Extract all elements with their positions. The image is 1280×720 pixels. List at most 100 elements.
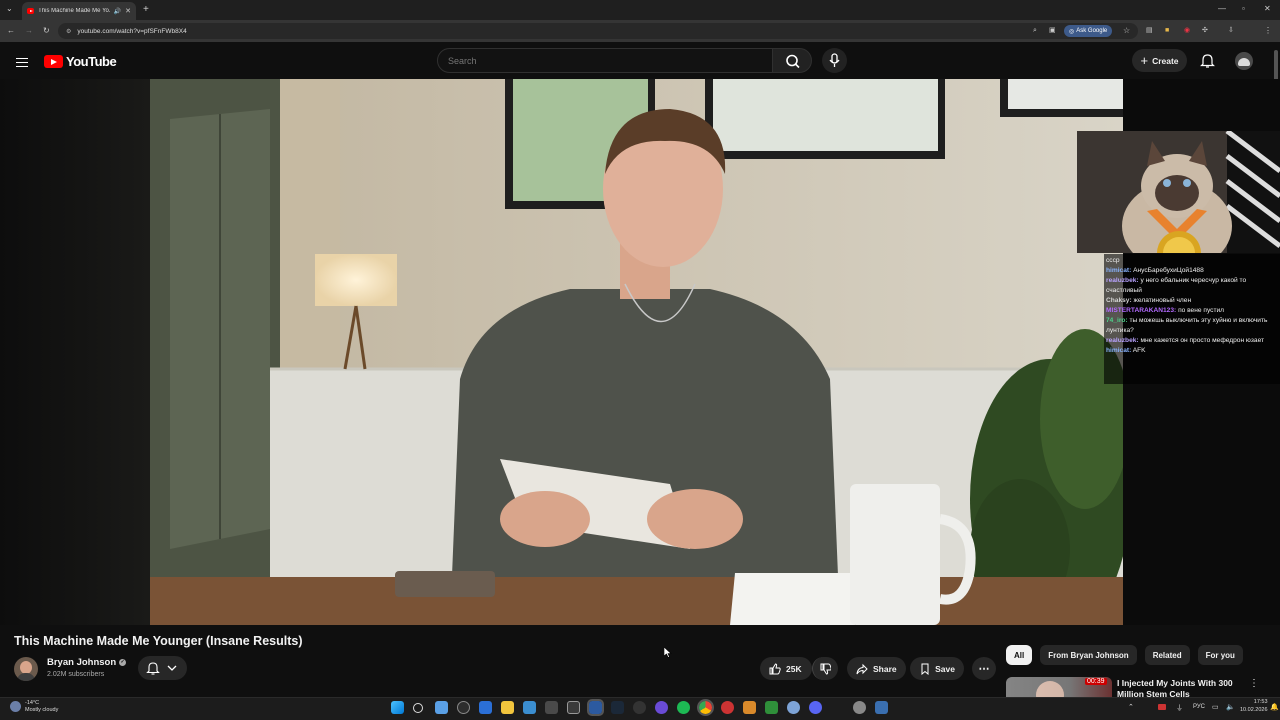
network-icon[interactable]: ▭ bbox=[1212, 703, 1219, 711]
channel-avatar[interactable] bbox=[14, 657, 38, 681]
channel-name[interactable]: Bryan Johnson ✓ bbox=[47, 657, 127, 668]
bookmark-icon bbox=[921, 663, 929, 675]
app-icon[interactable] bbox=[457, 701, 470, 714]
maximize-button[interactable]: ▫ bbox=[1242, 5, 1245, 13]
ask-google-label: Ask Google bbox=[1076, 28, 1108, 34]
steam-icon[interactable] bbox=[611, 701, 624, 714]
weather-desc: Mostly cloudy bbox=[25, 707, 59, 714]
mouse-cursor-icon bbox=[664, 647, 672, 658]
weather-widget[interactable]: -14°C Mostly cloudy bbox=[25, 700, 58, 714]
app-icon[interactable] bbox=[545, 701, 558, 714]
tray-usb-icon[interactable]: ⏚ bbox=[1176, 703, 1183, 713]
active-app-icon[interactable] bbox=[587, 699, 604, 716]
chat-username: himicat: bbox=[1106, 346, 1132, 354]
reload-icon[interactable]: ↻ bbox=[43, 27, 50, 35]
chat-text: мне кажется он просто мефедрон юзает bbox=[1140, 336, 1265, 344]
settings-gear-icon[interactable] bbox=[875, 701, 888, 714]
app-icon[interactable] bbox=[633, 701, 646, 714]
tab-search-icon[interactable]: ⌄ bbox=[6, 5, 13, 13]
share-button[interactable]: Share bbox=[847, 657, 906, 680]
chat-username: realuzbek: bbox=[1106, 277, 1139, 285]
more-actions-button[interactable]: ⋯ bbox=[972, 657, 996, 680]
microphone-icon bbox=[829, 53, 840, 67]
forward-icon[interactable]: → bbox=[25, 27, 33, 35]
chat-username: Chaksy: bbox=[1106, 296, 1132, 304]
voice-search-button[interactable] bbox=[822, 48, 847, 73]
site-info-icon[interactable]: ⚙ bbox=[66, 28, 71, 35]
youtube-favicon-icon bbox=[27, 8, 35, 14]
recommendation-title[interactable]: I Injected My Joints With 300 Million St… bbox=[1117, 678, 1247, 698]
search-input[interactable] bbox=[437, 48, 773, 73]
app-icon[interactable] bbox=[567, 701, 580, 714]
app-icon[interactable] bbox=[743, 701, 756, 714]
taskbar-search-icon[interactable] bbox=[413, 703, 423, 713]
chip-all[interactable]: All bbox=[1006, 645, 1033, 665]
create-label: Create bbox=[1152, 55, 1179, 66]
app-icon[interactable] bbox=[721, 701, 734, 714]
close-window-button[interactable]: ✕ bbox=[1264, 5, 1271, 13]
bookmark-star-icon[interactable]: ☆ bbox=[1123, 27, 1130, 35]
share-arrow-icon bbox=[856, 663, 868, 674]
volume-icon[interactable]: 🔈 bbox=[1226, 703, 1235, 711]
create-button[interactable]: + Create bbox=[1132, 49, 1187, 72]
extensions-puzzle-icon[interactable]: ✣ bbox=[1202, 27, 1208, 34]
tab-close-icon[interactable]: ✕ bbox=[125, 7, 131, 15]
video-frame-picture bbox=[150, 79, 1123, 625]
clock-time: 17:53 bbox=[1253, 699, 1268, 705]
omnibox[interactable]: ⚙ youtube.com/watch?v=pfSFnFWb8X4 bbox=[58, 23, 1138, 39]
like-button[interactable]: 25K bbox=[760, 657, 812, 680]
ask-google-button[interactable]: ◎ Ask Google bbox=[1064, 25, 1113, 37]
app-icon[interactable] bbox=[655, 701, 668, 714]
chat-text: АнусБаребухиЦой1488 bbox=[1133, 267, 1204, 275]
chat-message: realuzbek: у него ебальник чересчур како… bbox=[1106, 276, 1278, 294]
extension-icon[interactable]: ▤ bbox=[1146, 27, 1153, 34]
file-explorer-icon[interactable] bbox=[501, 701, 514, 714]
subscription-bell-button[interactable] bbox=[138, 656, 187, 680]
app-icon[interactable] bbox=[765, 701, 778, 714]
google-lens-icon: ◎ bbox=[1069, 28, 1075, 35]
account-avatar[interactable] bbox=[1235, 52, 1253, 70]
notifications-icon[interactable]: 🔔 bbox=[1270, 703, 1279, 711]
extension-icon[interactable]: ■ bbox=[1165, 27, 1169, 34]
app-icon[interactable] bbox=[853, 701, 866, 714]
tray-overflow-icon[interactable]: ⌃ bbox=[1128, 703, 1134, 711]
app-icon[interactable] bbox=[787, 701, 800, 714]
discord-icon[interactable] bbox=[809, 701, 822, 714]
windows-start-icon[interactable] bbox=[391, 701, 404, 714]
menu-kebab-icon[interactable]: ⋮ bbox=[1264, 27, 1272, 35]
notifications-bell-icon[interactable] bbox=[1200, 53, 1215, 68]
dislike-button[interactable] bbox=[812, 657, 838, 680]
chip-from-channel[interactable]: From Bryan Johnson bbox=[1040, 645, 1137, 665]
search-button[interactable] bbox=[772, 48, 812, 73]
downloads-icon[interactable]: ⇩ bbox=[1228, 27, 1234, 34]
hamburger-menu-icon[interactable] bbox=[16, 55, 28, 70]
system-clock[interactable]: 17:53 10.02.2026 bbox=[1240, 699, 1268, 714]
cast-icon[interactable]: ▣ bbox=[1049, 27, 1056, 34]
zoom-icon[interactable]: ⌕ bbox=[1033, 27, 1037, 34]
chat-message: MISTERTARAKAN123: по вене пустил bbox=[1106, 306, 1278, 315]
tray-app-icon[interactable] bbox=[1158, 704, 1166, 710]
logo-text: YouTube bbox=[66, 54, 117, 69]
app-icon[interactable] bbox=[523, 701, 536, 714]
chat-username: himicat: bbox=[1106, 267, 1132, 275]
widgets-icon[interactable] bbox=[435, 701, 448, 714]
new-tab-button[interactable]: + bbox=[143, 5, 149, 15]
back-icon[interactable]: ← bbox=[7, 27, 15, 35]
youtube-logo[interactable]: YouTube bbox=[44, 54, 117, 69]
chrome-icon[interactable] bbox=[697, 699, 714, 716]
recommendation-menu-icon[interactable]: ⋮ bbox=[1249, 678, 1259, 689]
weather-icon[interactable] bbox=[10, 701, 21, 712]
more-horizontal-icon: ⋯ bbox=[978, 663, 990, 675]
minimize-button[interactable]: — bbox=[1218, 5, 1226, 13]
app-icon[interactable] bbox=[479, 701, 492, 714]
chat-message: 74_iro: ты можешь выключить эту хуйню и … bbox=[1106, 316, 1278, 334]
input-language[interactable]: РУС bbox=[1193, 704, 1205, 710]
spotify-icon[interactable] bbox=[677, 701, 690, 714]
save-button[interactable]: Save bbox=[910, 657, 964, 680]
bell-chevron-icon bbox=[146, 662, 177, 675]
chip-related[interactable]: Related bbox=[1144, 645, 1190, 665]
speaker-icon[interactable]: 🔊 bbox=[114, 8, 121, 15]
extension-icon[interactable]: ◉ bbox=[1184, 27, 1190, 34]
browser-tab-active[interactable]: This Machine Made Me Yo... 🔊 ✕ bbox=[22, 2, 136, 20]
chip-for-you[interactable]: For you bbox=[1197, 645, 1243, 665]
